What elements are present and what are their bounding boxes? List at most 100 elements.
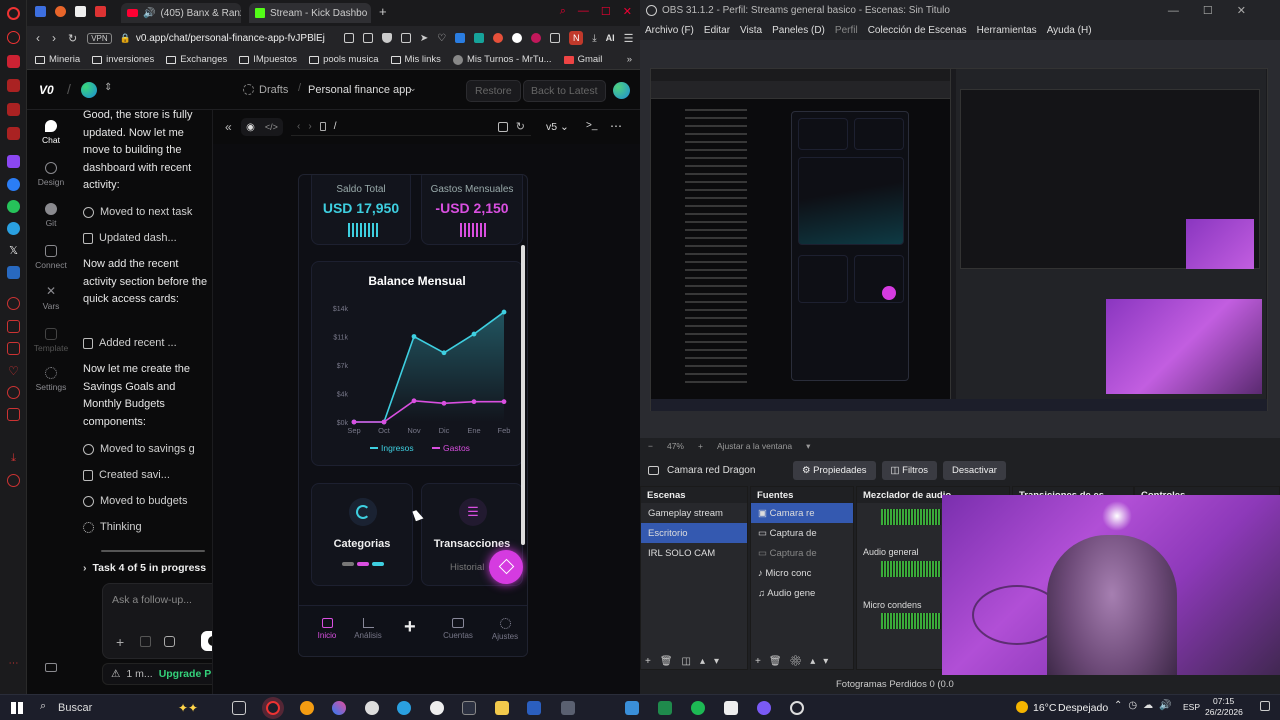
more-icon[interactable]: ⋯ — [7, 658, 20, 671]
team-switch-icon[interactable]: ⇕ — [104, 82, 112, 93]
obs-preview[interactable] — [640, 40, 1280, 438]
fit-window-button[interactable]: Ajustar a la ventana — [717, 441, 792, 451]
explorer-icon[interactable] — [625, 701, 639, 715]
telegram-icon[interactable] — [7, 222, 20, 235]
restore-button[interactable]: Restore — [466, 80, 521, 102]
figma-icon[interactable] — [164, 636, 175, 647]
extension-icon[interactable] — [493, 33, 504, 43]
add-button[interactable]: + — [404, 616, 416, 639]
clock-icon[interactable] — [7, 386, 20, 399]
task-progress[interactable]: › Task 4 of 5 in progress — [83, 562, 206, 574]
terminal-icon[interactable]: >_ — [586, 120, 597, 131]
chevron-down-icon[interactable]: ⌄ — [409, 83, 417, 94]
tab-ajustes[interactable]: Ajustes — [488, 618, 522, 641]
calculator-icon[interactable] — [561, 701, 575, 715]
ai-button[interactable]: AI — [606, 33, 615, 43]
send-icon[interactable]: ➤ — [420, 33, 428, 44]
workspace-icon[interactable] — [35, 6, 46, 17]
chat-scrollbar[interactable] — [101, 550, 205, 552]
telegram-icon[interactable] — [397, 701, 411, 715]
download-icon[interactable]: ⤓ — [592, 33, 596, 44]
messenger-icon[interactable] — [7, 178, 20, 191]
nav-settings[interactable]: Settings — [27, 367, 75, 392]
source-item[interactable]: ▭ Captura de — [751, 523, 853, 543]
player-icon[interactable] — [7, 79, 20, 92]
source-item[interactable]: ♫ Audio gene — [751, 583, 853, 603]
user-avatar[interactable] — [613, 82, 630, 99]
chat-step[interactable]: Moved to savings g — [83, 443, 195, 455]
collapse-icon[interactable]: « — [225, 120, 232, 134]
discord-icon[interactable] — [757, 701, 771, 715]
tab-inicio[interactable]: Inicio — [313, 618, 341, 640]
menu-editar[interactable]: Editar — [699, 25, 735, 36]
close-window-button[interactable]: ✕ — [623, 5, 632, 18]
nav-design[interactable]: Design — [27, 162, 75, 187]
saldo-card[interactable]: Saldo Total USD 17,950 — [311, 175, 411, 245]
chat-step[interactable]: Moved to budgets — [83, 495, 187, 507]
tab-kick[interactable]: Stream - Kick Dashbo ✕ — [249, 3, 371, 23]
bookmark-impuestos[interactable]: IMpuestos — [239, 54, 297, 65]
feedback-icon[interactable] — [45, 663, 57, 672]
chat-step[interactable]: Moved to next task — [83, 206, 192, 218]
nav-chat[interactable]: Chat — [27, 120, 75, 145]
weather-label[interactable]: Despejado — [1058, 702, 1108, 714]
zoom-in-icon[interactable]: + — [698, 441, 703, 451]
fab-button[interactable] — [489, 550, 523, 584]
deactivate-button[interactable]: Desactivar — [943, 460, 1006, 480]
notifications-icon[interactable] — [1260, 701, 1270, 711]
properties-button[interactable]: ⚙ Propiedades — [793, 460, 876, 480]
forward-icon[interactable]: › — [308, 121, 311, 132]
heart-icon[interactable]: ♡ — [7, 364, 20, 378]
bookmark-exchanges[interactable]: Exchanges — [166, 54, 227, 65]
new-tab-button[interactable]: + — [379, 4, 387, 19]
scene-item[interactable]: Gameplay stream — [641, 503, 747, 523]
add-icon[interactable]: + — [116, 634, 124, 650]
more-options-icon[interactable]: ⋯ — [610, 119, 622, 133]
project-name[interactable]: Personal finance app — [308, 84, 411, 96]
tab-youtube[interactable]: 🔊 (405) Banx & Ranx, Al — [121, 3, 241, 23]
v0-logo-icon[interactable]: V0 — [39, 83, 54, 97]
attach-icon[interactable] — [140, 636, 151, 647]
source-item[interactable]: ▣ Camara re — [751, 503, 853, 523]
menu-paneles[interactable]: Paneles (D) — [767, 25, 830, 36]
refresh-icon[interactable]: ↻ — [516, 120, 525, 133]
menu-escenas[interactable]: Colección de Escenas — [863, 25, 972, 36]
extension-icon[interactable] — [474, 33, 485, 43]
opera-logo-icon[interactable] — [7, 7, 20, 20]
nav-connect[interactable]: Connect — [27, 245, 75, 270]
device-icon[interactable] — [319, 122, 326, 131]
bookmark-pools[interactable]: pools musica — [309, 54, 379, 65]
bookmark-gmail[interactable]: Gmail — [563, 54, 602, 65]
obs-icon[interactable] — [790, 701, 804, 715]
pin-page-icon[interactable] — [400, 33, 411, 43]
scene-item[interactable]: IRL SOLO CAM — [641, 543, 747, 563]
version-select[interactable]: v5 ⌄ — [546, 121, 569, 133]
preview-path[interactable]: / — [334, 121, 337, 132]
zoom-out-icon[interactable]: − — [648, 441, 653, 451]
scene-item[interactable]: Escritorio — [641, 523, 747, 543]
clock-time[interactable]: 07:15 — [1213, 696, 1234, 706]
gastos-card[interactable]: Gastos Mensuales -USD 2,150 — [421, 175, 523, 245]
source-item[interactable]: ♪ Micro conc — [751, 563, 853, 583]
widget-icon[interactable]: ✦✦ — [178, 701, 198, 715]
maximize-button[interactable]: ☐ — [601, 5, 611, 18]
bookmark-links[interactable]: Mis links — [390, 54, 441, 65]
chat-step[interactable]: Updated dash... — [83, 232, 177, 244]
app-icon[interactable] — [430, 701, 444, 715]
tab-cuentas[interactable]: Cuentas — [441, 618, 475, 640]
app-icon[interactable] — [75, 6, 86, 17]
history-icon[interactable] — [7, 297, 20, 310]
tab-analisis[interactable]: Análisis — [351, 618, 385, 640]
taskbar-search[interactable]: Buscar — [58, 702, 92, 714]
eye-icon[interactable]: ◉ — [246, 122, 255, 133]
chat-step[interactable]: Thinking — [83, 521, 142, 533]
temperature[interactable]: 16°C — [1033, 702, 1056, 714]
language-indicator[interactable]: ESP — [1183, 702, 1200, 712]
code-icon[interactable]: </> — [265, 122, 278, 132]
back-icon[interactable]: ‹ — [36, 31, 40, 45]
spotify-icon[interactable] — [691, 701, 705, 715]
vpn-badge[interactable]: VPN — [87, 32, 112, 44]
menu-perfil[interactable]: Perfil — [830, 25, 863, 36]
forward-icon[interactable]: › — [52, 31, 56, 45]
extension-icon[interactable] — [531, 33, 542, 43]
